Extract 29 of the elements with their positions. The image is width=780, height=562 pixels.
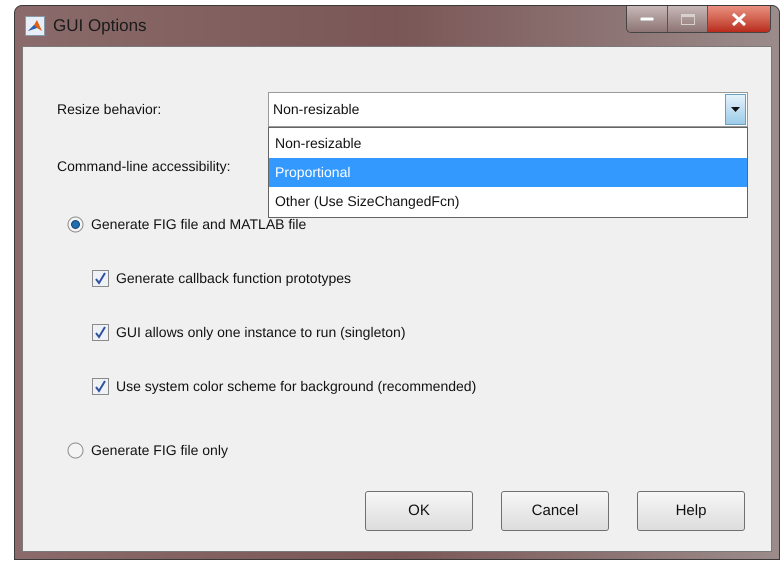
close-button[interactable] bbox=[708, 6, 770, 32]
dropdown-option[interactable]: Other (Use SizeChangedFcn) bbox=[269, 187, 747, 216]
dropdown-arrow-button[interactable] bbox=[725, 94, 746, 125]
maximize-icon bbox=[680, 14, 694, 24]
dialog-button[interactable]: Help bbox=[637, 491, 745, 531]
app-logo-icon bbox=[25, 16, 45, 36]
resize-behavior-dropdown[interactable]: Non-resizable bbox=[268, 92, 748, 127]
caret-icon bbox=[731, 107, 740, 112]
dialog-button[interactable]: Cancel bbox=[501, 491, 609, 531]
radio-button[interactable] bbox=[67, 442, 84, 458]
option-label: Generate FIG file only bbox=[91, 440, 228, 460]
field-label: Resize behavior: bbox=[57, 100, 162, 119]
minimize-icon bbox=[640, 17, 654, 21]
field-label: Command-line accessibility: bbox=[57, 158, 231, 174]
option-label: Generate FIG file and MATLAB file bbox=[91, 214, 306, 234]
dropdown-option[interactable]: Non-resizable bbox=[269, 129, 747, 158]
close-icon bbox=[731, 12, 747, 26]
radio-button[interactable] bbox=[67, 216, 84, 232]
minimize-button[interactable] bbox=[627, 6, 668, 32]
checkbox[interactable] bbox=[92, 270, 109, 286]
option-label: Use system color scheme for background (recommended) bbox=[116, 376, 476, 396]
dropdown-value: Non-resizable bbox=[273, 100, 360, 119]
option-label: Generate callback function prototypes bbox=[116, 268, 352, 288]
maximize-button[interactable] bbox=[668, 6, 708, 32]
option-label: GUI allows only one instance to run (singleton) bbox=[116, 322, 406, 342]
window-title: GUI Options bbox=[53, 15, 147, 38]
dialog-button[interactable]: OK bbox=[365, 491, 473, 531]
checkbox[interactable] bbox=[92, 378, 109, 394]
checkbox[interactable] bbox=[92, 324, 109, 340]
